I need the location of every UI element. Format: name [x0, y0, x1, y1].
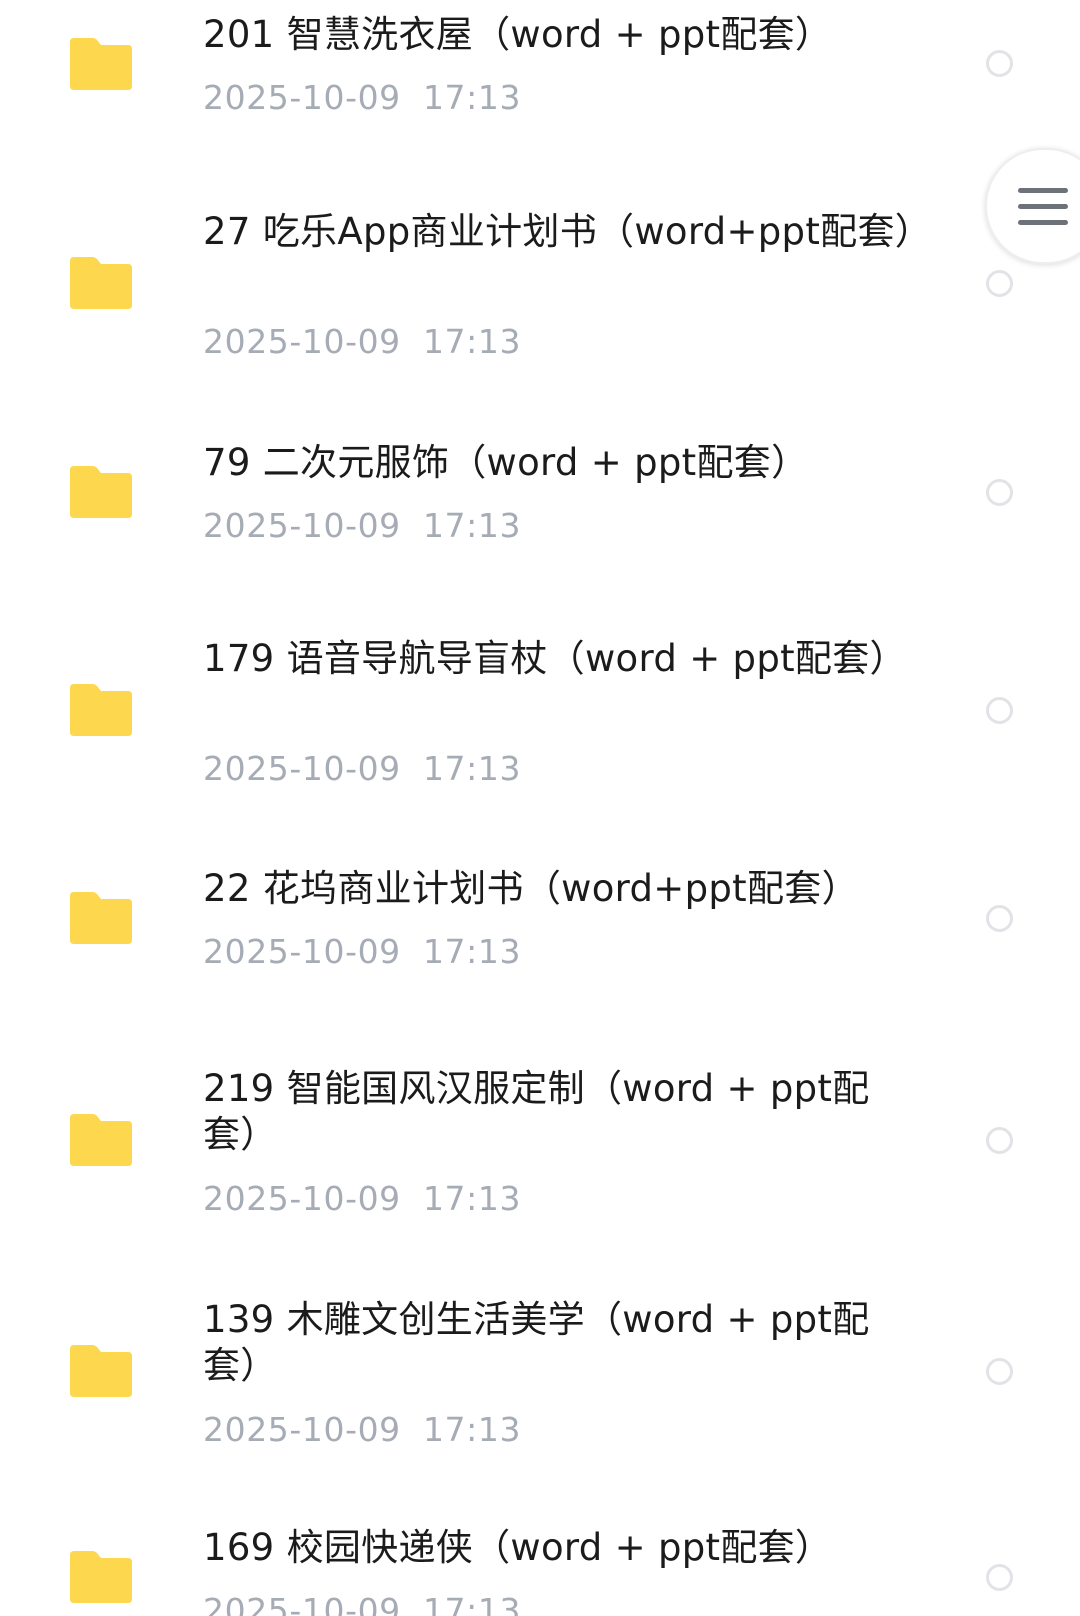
select-radio[interactable] [986, 697, 1013, 724]
select-radio[interactable] [986, 50, 1013, 77]
file-date: 2025-10-09 17:13 [203, 1591, 522, 1616]
file-item-6[interactable]: 139 木雕文创生活美学（word + ppt配套） 2025-10-09 17… [0, 1285, 1080, 1515]
file-date: 2025-10-09 17:13 [203, 1179, 522, 1218]
file-title: 169 校园快递侠（word + ppt配套） [203, 1526, 833, 1569]
file-title: 201 智慧洗衣屋（word + ppt配套） [203, 13, 833, 56]
menu-icon [1018, 188, 1068, 226]
select-radio[interactable] [986, 1358, 1013, 1385]
file-item-5[interactable]: 219 智能国风汉服定制（word + ppt配套） 2025-10-09 17… [0, 1055, 1080, 1285]
file-title: 22 花坞商业计划书（word+ppt配套） [203, 867, 859, 910]
file-title: 27 吃乐App商业计划书（word+ppt配套） [203, 210, 933, 253]
file-date: 2025-10-09 17:13 [203, 322, 522, 361]
folder-icon [70, 257, 132, 309]
file-title: 79 二次元服饰（word + ppt配套） [203, 441, 809, 484]
select-radio[interactable] [986, 479, 1013, 506]
file-title: 139 木雕文创生活美学（word + ppt配套） [203, 1298, 870, 1387]
folder-icon [70, 466, 132, 518]
file-item-4[interactable]: 22 花坞商业计划书（word+ppt配套） 2025-10-09 17:13 [0, 860, 1080, 1055]
file-item-2[interactable]: 79 二次元服饰（word + ppt配套） 2025-10-09 17:13 [0, 420, 1080, 620]
file-item-3[interactable]: 179 语音导航导盲杖（word + ppt配套） 2025-10-09 17:… [0, 620, 1080, 860]
file-date: 2025-10-09 17:13 [203, 78, 522, 117]
file-item-0[interactable]: 201 智慧洗衣屋（word + ppt配套） 2025-10-09 17:13 [0, 0, 1080, 190]
folder-icon [70, 1114, 132, 1166]
select-radio[interactable] [986, 1127, 1013, 1154]
file-date: 2025-10-09 17:13 [203, 1410, 522, 1449]
folder-icon [70, 38, 132, 90]
select-radio[interactable] [986, 905, 1013, 932]
folder-icon [70, 1551, 132, 1603]
file-item-7[interactable]: 169 校园快递侠（word + ppt配套） 2025-10-09 17:13 [0, 1515, 1080, 1616]
folder-icon [70, 684, 132, 736]
file-list: 201 智慧洗衣屋（word + ppt配套） 2025-10-09 17:13… [0, 0, 1080, 1616]
select-radio[interactable] [986, 1564, 1013, 1591]
file-date: 2025-10-09 17:13 [203, 506, 522, 545]
file-date: 2025-10-09 17:13 [203, 932, 522, 971]
folder-icon [70, 892, 132, 944]
file-title: 219 智能国风汉服定制（word + ppt配套） [203, 1067, 870, 1156]
file-item-1[interactable]: 27 吃乐App商业计划书（word+ppt配套） 2025-10-09 17:… [0, 190, 1080, 420]
file-date: 2025-10-09 17:13 [203, 749, 522, 788]
select-radio[interactable] [986, 270, 1013, 297]
file-title: 179 语音导航导盲杖（word + ppt配套） [203, 637, 907, 680]
folder-icon [70, 1345, 132, 1397]
